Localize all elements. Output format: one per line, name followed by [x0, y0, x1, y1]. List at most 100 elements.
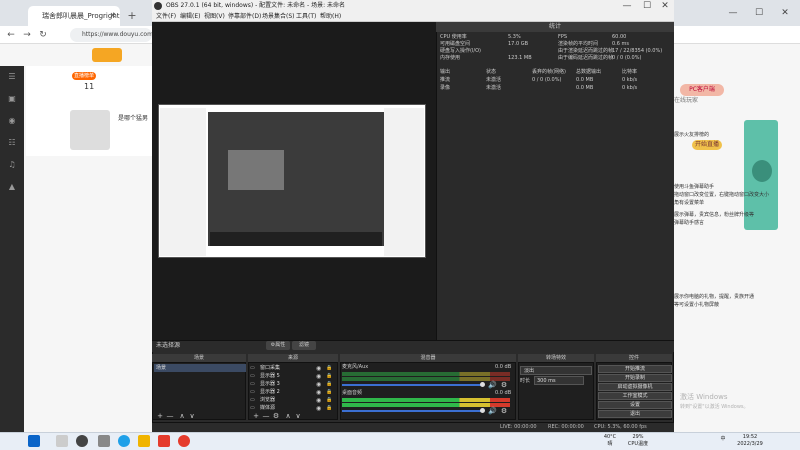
- transition-select[interactable]: 淡出: [520, 366, 592, 375]
- start-streaming-button[interactable]: 开始推流: [598, 365, 672, 373]
- stats-title: 统计: [436, 22, 674, 32]
- add-source-icon[interactable]: +: [252, 412, 260, 420]
- mixer-dock-title: 混音器: [340, 354, 516, 362]
- source-up-icon[interactable]: ∧: [284, 412, 292, 420]
- lock-icon[interactable]: 🔒: [326, 397, 334, 404]
- lock-icon[interactable]: 🔒: [326, 373, 334, 380]
- lock-icon[interactable]: 🔒: [326, 405, 334, 412]
- exit-button[interactable]: 退出: [598, 410, 672, 418]
- weather-widget[interactable]: 40°C 晴: [598, 434, 622, 448]
- live-icon[interactable]: ▣: [0, 88, 24, 110]
- lock-icon[interactable]: 🔒: [326, 381, 334, 388]
- clock[interactable]: 19:52 2022/3/29: [732, 434, 768, 448]
- volume-meter: [342, 377, 510, 381]
- settings-taskbar-icon[interactable]: [98, 435, 110, 447]
- stats-cell: 推流: [440, 77, 451, 83]
- watermark-line-1: 激活 Windows: [680, 393, 728, 401]
- windows-start-icon[interactable]: [28, 435, 40, 447]
- settings-button[interactable]: 设置: [598, 401, 672, 409]
- site-logo: [92, 48, 122, 62]
- eye-icon[interactable]: ◉: [316, 381, 324, 388]
- volume-slider[interactable]: [342, 384, 482, 386]
- lock-icon[interactable]: 🔒: [326, 389, 334, 396]
- tab-close-icon[interactable]: ✕: [106, 6, 120, 26]
- duration-label: 时长: [520, 378, 531, 384]
- refresh-icon[interactable]: ↻: [36, 28, 50, 42]
- scene-up-icon[interactable]: ∧: [178, 412, 186, 420]
- stats-cell: 0 kb/s: [622, 77, 638, 83]
- pc-client-badge[interactable]: PC客户端: [680, 84, 724, 96]
- stats-header: 总数据输出: [576, 69, 602, 75]
- stat-value: 60.00: [612, 34, 627, 40]
- ime-indicator[interactable]: 中: [718, 436, 728, 450]
- live-time: LIVE: 00:00:00: [500, 424, 537, 430]
- scene-list-item[interactable]: 场景: [154, 364, 246, 372]
- music-icon[interactable]: ♫: [0, 154, 24, 176]
- preview-left-content: [160, 108, 206, 256]
- start-live-button[interactable]: 开始直播: [692, 140, 722, 150]
- duration-input[interactable]: 300 ms: [534, 376, 584, 385]
- properties-button[interactable]: ⚙属性: [266, 341, 290, 350]
- menu-scene-collection[interactable]: 场景集合(S): [262, 12, 295, 22]
- volume-knob[interactable]: [480, 382, 485, 387]
- volume-knob[interactable]: [480, 408, 485, 413]
- eye-icon[interactable]: ◉: [316, 397, 324, 404]
- menu-icon[interactable]: ☰: [0, 66, 24, 88]
- task-view-icon[interactable]: [56, 435, 68, 447]
- obs-title-bar: OBS 27.0.1 (64 bit, windows) - 配置文件: 未命名…: [152, 0, 674, 12]
- stat-value: 0.6 ms: [612, 41, 630, 47]
- eye-icon[interactable]: ◉: [316, 405, 324, 412]
- stat-label: 内存使用: [440, 55, 461, 61]
- source-down-icon[interactable]: ∨: [294, 412, 302, 420]
- minimize-button[interactable]: —: [726, 6, 740, 20]
- cpu-status: CPU: 5.3%, 60.00 fps: [594, 424, 647, 430]
- obs-taskbar-icon[interactable]: [76, 435, 88, 447]
- eye-icon[interactable]: ◉: [316, 389, 324, 396]
- remove-scene-icon[interactable]: —: [166, 412, 174, 420]
- category-icon[interactable]: ☷: [0, 132, 24, 154]
- lock-icon[interactable]: 🔒: [326, 365, 334, 372]
- start-recording-button[interactable]: 开始录制: [598, 374, 672, 382]
- close-button[interactable]: ✕: [778, 6, 792, 20]
- online-label: 在线玩家: [674, 97, 699, 104]
- add-scene-icon[interactable]: +: [156, 412, 164, 420]
- scene-down-icon[interactable]: ∨: [188, 412, 196, 420]
- overlay-text-8: 点赞等可设置小礼物屏蔽: [664, 302, 720, 308]
- menu-view[interactable]: 视图(V): [204, 12, 225, 22]
- speaker-icon[interactable]: 🔊: [488, 407, 497, 415]
- hot-badge: 直播榜单: [72, 72, 96, 80]
- speaker-icon[interactable]: 🔊: [488, 381, 497, 389]
- eye-icon[interactable]: ◉: [316, 365, 324, 372]
- studio-mode-button[interactable]: 工作室模式: [598, 392, 672, 400]
- menu-docks[interactable]: 停靠部件(D): [228, 12, 261, 22]
- source-settings-icon[interactable]: ⚙: [272, 412, 280, 420]
- edge-taskbar-icon[interactable]: [118, 435, 130, 447]
- follow-icon[interactable]: ◉: [0, 110, 24, 132]
- filters-button[interactable]: 滤镜: [292, 341, 316, 350]
- app-taskbar-icon[interactable]: [158, 435, 170, 447]
- stat-label: CPU 使用率: [440, 34, 467, 40]
- eye-icon[interactable]: ◉: [316, 373, 324, 380]
- url-input[interactable]: https://www.douyu.com/99: [70, 28, 152, 42]
- new-tab-button[interactable]: +: [124, 8, 140, 24]
- menu-tools[interactable]: 工具(T): [296, 12, 316, 22]
- promo-avatar: [752, 160, 772, 182]
- menu-edit[interactable]: 编辑(E): [180, 12, 200, 22]
- forward-icon[interactable]: →: [20, 28, 34, 42]
- volume-slider[interactable]: [342, 410, 482, 412]
- start-virtual-camera-button[interactable]: 启动虚拟摄像机: [598, 383, 672, 391]
- explorer-taskbar-icon[interactable]: [138, 435, 150, 447]
- cpu-widget[interactable]: 29% CPU温度: [626, 434, 650, 448]
- menu-file[interactable]: 文件(F): [156, 12, 176, 22]
- remove-source-icon[interactable]: —: [262, 412, 270, 420]
- mixer-settings-icon[interactable]: ⚙: [500, 381, 508, 389]
- back-icon[interactable]: ←: [4, 28, 18, 42]
- weibo-taskbar-icon[interactable]: [178, 435, 190, 447]
- preview-nested-docks: [210, 232, 382, 246]
- stat-label: 可用磁盘空间: [440, 41, 471, 47]
- watermark-line-2: 转到"设置"以激活 Windows。: [680, 404, 749, 410]
- mixer-settings-icon[interactable]: ⚙: [500, 407, 508, 415]
- menu-help[interactable]: 帮助(H): [320, 12, 341, 22]
- rank-icon[interactable]: ▲: [0, 176, 24, 198]
- maximize-button[interactable]: ☐: [752, 6, 766, 20]
